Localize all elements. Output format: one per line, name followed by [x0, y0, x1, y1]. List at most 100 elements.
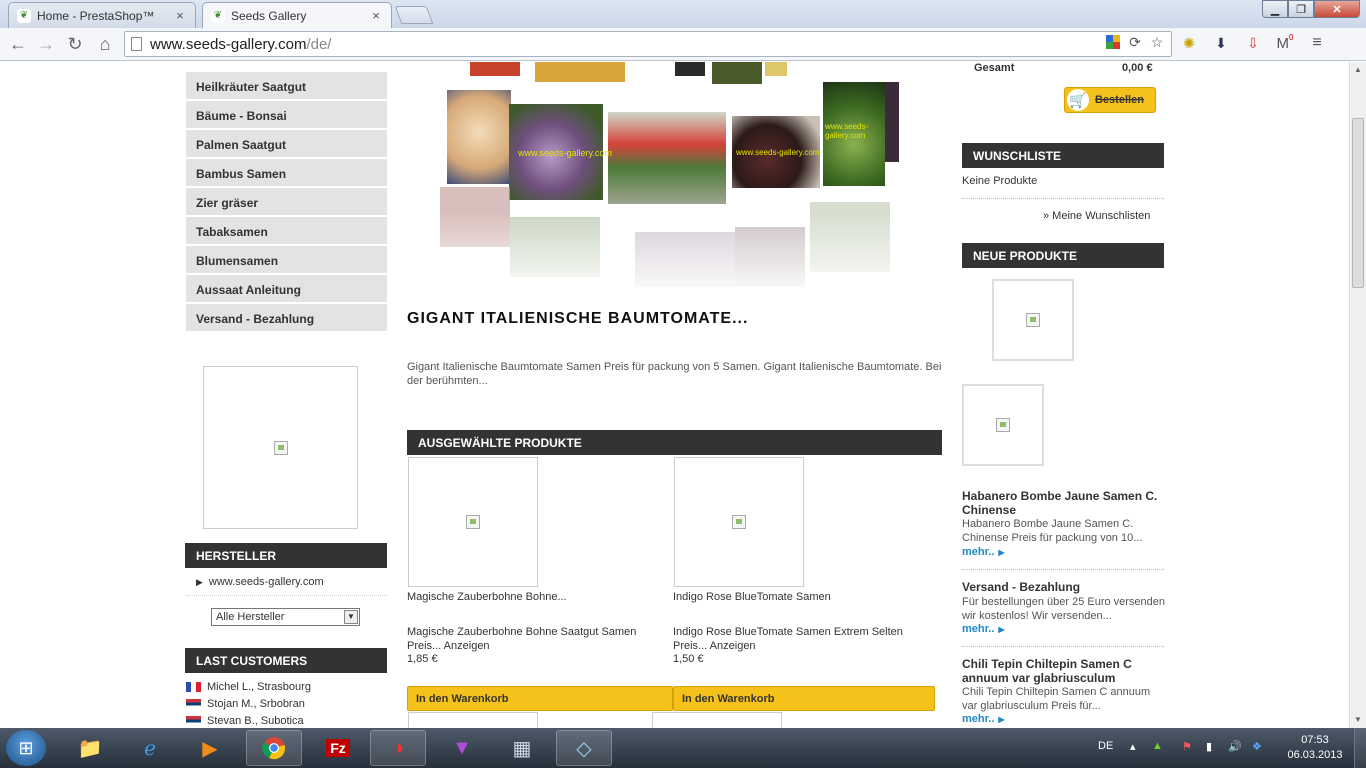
my-wishlists-link[interactable]: » Meine Wunschlisten: [1043, 210, 1150, 222]
featured-product-image[interactable]: [408, 712, 538, 728]
featured-product-name[interactable]: Magische Zauberbohne Bohne...: [407, 590, 567, 604]
category-bambus[interactable]: Bambus Samen: [186, 159, 387, 187]
chrome-icon[interactable]: [246, 730, 302, 766]
category-heilkraeuter[interactable]: Heilkräuter Saatgut: [186, 72, 387, 100]
caret-right-icon: ▶: [998, 715, 1005, 724]
app-icon[interactable]: ◑: [370, 730, 426, 766]
tab-close-icon[interactable]: ×: [173, 8, 187, 23]
new-product-desc: Für bestellungen über 25 Euro versenden …: [962, 596, 1166, 622]
category-zier-graeser[interactable]: Zier gräser: [186, 188, 387, 216]
close-window-button[interactable]: ✕: [1314, 0, 1360, 18]
flag-warning-icon[interactable]: ⚑: [1182, 740, 1192, 753]
extension-arrow-icon[interactable]: ⇩: [1242, 33, 1264, 53]
network-icon[interactable]: ▮: [1206, 740, 1212, 753]
browser-toolbar: ← → ↻ ⌂ www.seeds-gallery.com /de/ ⟳ ☆ ✺…: [0, 28, 1366, 61]
scroll-down-icon[interactable]: ▼: [1352, 714, 1364, 726]
gear-extension-icon[interactable]: ✺: [1178, 33, 1200, 53]
customer-item: Stevan B., Subotica: [186, 715, 304, 727]
more-link[interactable]: mehr.. ▶: [962, 546, 1005, 558]
media-player-icon[interactable]: ▶: [182, 730, 238, 766]
new-product-desc: Chili Tepin Chiltepin Samen C annuum var…: [962, 686, 1151, 712]
download-manager-icon[interactable]: ⬇: [1210, 33, 1232, 53]
forward-arrow-icon[interactable]: →: [34, 32, 58, 56]
featured-product-image[interactable]: [652, 712, 782, 728]
funnel-app-icon[interactable]: ▼: [434, 730, 490, 766]
start-button[interactable]: ⊞: [6, 730, 46, 766]
serbia-flag-icon: [186, 699, 201, 709]
broken-image-icon: [732, 515, 746, 529]
order-button-label: Bestellen: [1095, 94, 1144, 106]
new-product-title[interactable]: Versand - Bezahlung: [962, 580, 1167, 594]
customer-text: Stojan M., Srbobran: [207, 698, 305, 710]
new-product-desc: Habanero Bombe Jaune Samen C. Chinense P…: [962, 518, 1143, 544]
internet-explorer-icon[interactable]: ℯ: [122, 730, 178, 766]
menu-icon[interactable]: ≡: [1306, 33, 1328, 53]
category-tabaksamen[interactable]: Tabaksamen: [186, 217, 387, 245]
featured-product-price: 1,85 €: [407, 653, 438, 665]
scrollbar-thumb[interactable]: [1352, 118, 1364, 288]
scroll-up-icon[interactable]: ▲: [1352, 64, 1364, 76]
system-clock[interactable]: 07:53 06.03.2013: [1284, 733, 1346, 763]
featured-product-image[interactable]: [408, 457, 538, 587]
photo-tile: [765, 62, 787, 76]
tab-close-icon[interactable]: ×: [369, 8, 383, 23]
bookmark-star-icon[interactable]: ☆: [1148, 33, 1166, 51]
more-link[interactable]: mehr.. ▶: [962, 623, 1005, 635]
address-bar[interactable]: www.seeds-gallery.com /de/: [124, 31, 1172, 57]
broken-image-icon: [273, 440, 288, 455]
show-hidden-icons-icon[interactable]: ▴: [1130, 740, 1136, 753]
order-button[interactable]: 🛒 Bestellen: [1064, 87, 1156, 113]
minimize-button[interactable]: ▁: [1262, 0, 1288, 18]
dropbox-icon[interactable]: ❖: [1252, 740, 1262, 753]
collage-fade-overlay: [420, 212, 920, 307]
serbia-flag-icon: [186, 716, 201, 726]
photo-tile: [470, 62, 520, 76]
featured-product-image[interactable]: [674, 457, 804, 587]
language-indicator[interactable]: DE: [1098, 740, 1113, 752]
reload-icon[interactable]: ↻: [63, 32, 87, 56]
gmail-icon[interactable]: M0: [1274, 33, 1296, 53]
color-palette-icon[interactable]: [1104, 33, 1122, 51]
new-product-title[interactable]: Chili Tepin Chiltepin Samen C annuum var…: [962, 657, 1167, 685]
product-title[interactable]: GIGANT ITALIENISCHE BAUMTOMATE...: [407, 310, 748, 328]
page-scrollbar[interactable]: ▲ ▼: [1349, 62, 1366, 728]
home-icon[interactable]: ⌂: [93, 32, 117, 56]
volume-icon[interactable]: 🔊: [1228, 740, 1242, 753]
tab-label: Home - PrestaShop™: [37, 8, 155, 23]
watermark-text: www.seeds-gallery.com: [736, 148, 820, 157]
featured-product-name[interactable]: Indigo Rose BlueTomate Samen: [673, 590, 831, 604]
add-to-cart-button[interactable]: In den Warenkorb: [673, 686, 935, 711]
wishlist-heading: WUNSCHLISTE: [962, 143, 1164, 168]
manufacturers-heading: HERSTELLER: [185, 543, 387, 568]
explorer-icon[interactable]: 📁: [62, 730, 118, 766]
banner-image[interactable]: [203, 366, 358, 529]
divider: [186, 595, 387, 596]
new-product-title[interactable]: Habanero Bombe Jaune Samen C. Chinense: [962, 489, 1167, 517]
category-baeume-bonsai[interactable]: Bäume - Bonsai: [186, 101, 387, 129]
maximize-button[interactable]: ❐: [1288, 0, 1314, 18]
show-desktop-button[interactable]: [1354, 728, 1366, 768]
category-versand-bezahlung[interactable]: Versand - Bezahlung: [186, 304, 387, 332]
category-palmen[interactable]: Palmen Saatgut: [186, 130, 387, 158]
more-link-label: mehr..: [962, 623, 995, 635]
tab-home-prestashop[interactable]: ❦ Home - PrestaShop™ ×: [8, 2, 196, 28]
divider: [962, 569, 1164, 570]
refresh-extension-icon[interactable]: ⟳: [1126, 33, 1144, 51]
new-product-image[interactable]: [962, 384, 1044, 466]
filezilla-icon[interactable]: Fz: [310, 730, 366, 766]
manufacturer-link[interactable]: ▶ www.seeds-gallery.com: [196, 576, 324, 588]
new-product-image[interactable]: [992, 279, 1074, 361]
more-link[interactable]: mehr.. ▶: [962, 713, 1005, 725]
tray-app-icon[interactable]: ▲: [1152, 740, 1163, 752]
category-aussaat-anleitung[interactable]: Aussaat Anleitung: [186, 275, 387, 303]
calculator-icon[interactable]: ▦: [494, 730, 550, 766]
category-blumensamen[interactable]: Blumensamen: [186, 246, 387, 274]
broken-image-icon: [1026, 313, 1040, 327]
customer-item: Michel L., Strasbourg: [186, 681, 311, 693]
manufacturer-select[interactable]: Alle Hersteller ▼: [211, 608, 360, 626]
notes-app-icon[interactable]: ◇: [556, 730, 612, 766]
back-arrow-icon[interactable]: ←: [6, 32, 30, 56]
new-tab-button[interactable]: [394, 6, 434, 24]
tab-seeds-gallery[interactable]: ❦ Seeds Gallery ×: [202, 2, 392, 28]
add-to-cart-button[interactable]: In den Warenkorb: [407, 686, 673, 711]
